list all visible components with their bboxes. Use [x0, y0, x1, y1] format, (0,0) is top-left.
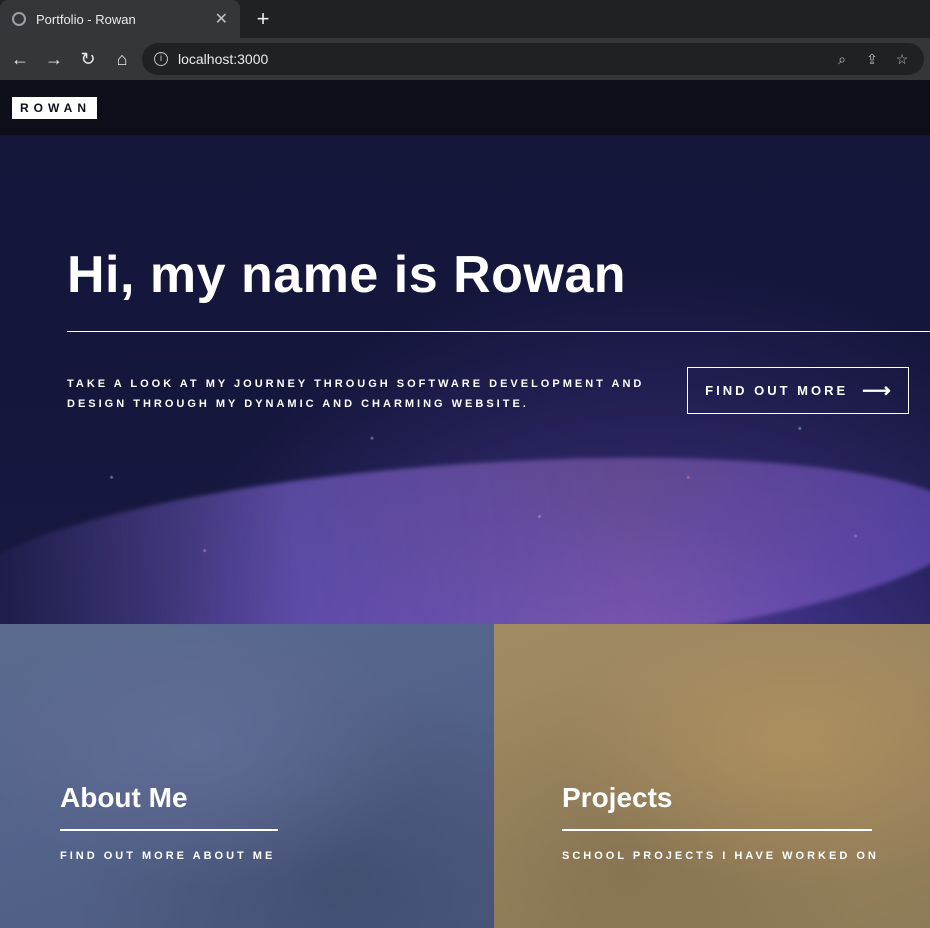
arrow-right-icon: →	[45, 48, 63, 69]
arrow-left-icon: ←	[11, 48, 29, 69]
tile-subtitle: FIND OUT MORE ABOUT ME	[60, 850, 276, 862]
reload-icon: ↻	[80, 48, 96, 69]
tab-title: Portfolio - Rowan	[36, 11, 136, 27]
hero-subtitle: Take a look at my journey through softwa…	[67, 378, 645, 410]
info-icon[interactable]: i	[154, 52, 168, 66]
arrow-right-icon: ⟶	[862, 380, 891, 402]
cta-label: FIND OUT MORE	[705, 383, 849, 398]
tile-subtitle: SCHOOL PROJECTS I HAVE WORKED ON	[562, 850, 879, 862]
tile-title: Projects	[562, 782, 673, 813]
website: ROWAN Hi, my name is Rowan Take a look a…	[0, 80, 930, 928]
tile-background-image	[494, 624, 930, 928]
browser-tab[interactable]: Portfolio - Rowan ✕	[0, 0, 240, 38]
share-icon[interactable]: ⇪	[862, 49, 882, 69]
hero-section: Hi, my name is Rowan Take a look at my j…	[0, 135, 930, 624]
tile-title: About Me	[60, 782, 188, 813]
tile-divider	[562, 829, 872, 831]
projects-tile[interactable]: Projects SCHOOL PROJECTS I HAVE WORKED O…	[494, 624, 930, 928]
close-icon[interactable]: ✕	[215, 9, 228, 29]
tile-background-image	[0, 624, 494, 928]
site-header: ROWAN	[0, 80, 930, 135]
home-icon: ⌂	[116, 48, 128, 69]
tile-divider	[60, 829, 278, 831]
hero-title: Hi, my name is Rowan	[67, 246, 627, 304]
address-bar[interactable]: i localhost:3000 ⌕ ⇪ ☆	[142, 43, 924, 75]
browser-toolbar: ← → ↻ ⌂ i localhost:3000 ⌕ ⇪ ☆	[0, 38, 930, 80]
feature-tiles: About Me FIND OUT MORE ABOUT ME Projects…	[0, 624, 930, 928]
star-icon[interactable]: ☆	[892, 49, 912, 69]
reload-button[interactable]: ↻	[74, 45, 102, 73]
back-button[interactable]: ←	[6, 45, 34, 73]
forward-button[interactable]: →	[40, 45, 68, 73]
hero-divider	[67, 331, 930, 332]
url-text[interactable]: localhost:3000	[178, 51, 822, 67]
browser-chrome: Portfolio - Rowan ✕ + ← → ↻ ⌂ i localhos…	[0, 0, 930, 80]
new-tab-button[interactable]: +	[250, 6, 276, 32]
brand-logo[interactable]: ROWAN	[12, 96, 97, 119]
zoom-icon[interactable]: ⌕	[832, 49, 852, 69]
globe-icon	[12, 12, 26, 26]
about-me-tile[interactable]: About Me FIND OUT MORE ABOUT ME	[0, 624, 494, 928]
find-out-more-button[interactable]: FIND OUT MORE ⟶	[687, 367, 909, 414]
home-button[interactable]: ⌂	[108, 45, 136, 73]
tab-strip: Portfolio - Rowan ✕ +	[0, 0, 930, 38]
